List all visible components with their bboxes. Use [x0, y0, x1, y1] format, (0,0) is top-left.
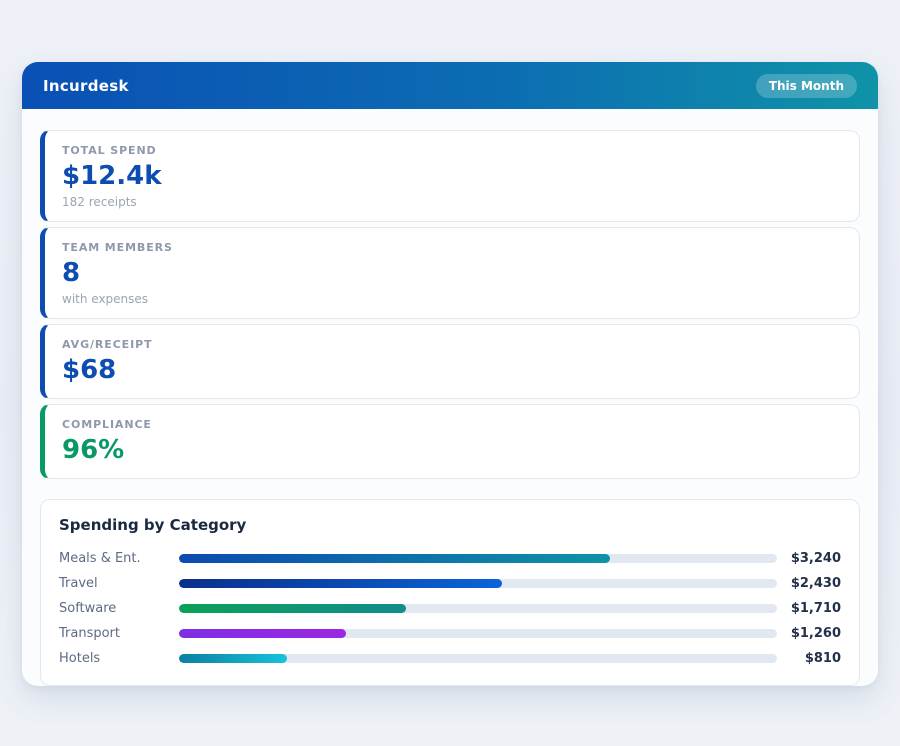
spending-chart-card: Spending by Category Meals & Ent. $3,240 T… — [40, 499, 860, 686]
chart-title: Spending by Category — [59, 516, 841, 534]
dashboard-panel: Incurdesk This Month TOTAL SPEND $12.4k 18… — [22, 62, 878, 686]
bar-track — [179, 604, 777, 613]
stat-label: TOTAL SPEND — [62, 144, 842, 157]
bar-fill — [179, 654, 287, 663]
app-title: Incurdesk — [43, 77, 129, 95]
stat-card-total-spend: TOTAL SPEND $12.4k 182 receipts — [40, 130, 860, 222]
category-label: Meals & Ent. — [59, 551, 179, 566]
chart-row-transport: Transport $1,260 — [59, 621, 841, 646]
bar-track — [179, 654, 777, 663]
bar-fill — [179, 604, 406, 613]
dashboard-content: TOTAL SPEND $12.4k 182 receipts TEAM MEMBER… — [22, 109, 878, 686]
stat-value: $68 — [62, 356, 842, 386]
bar-track — [179, 629, 777, 638]
stat-value: $12.4k — [62, 162, 842, 192]
stat-label: COMPLIANCE — [62, 418, 842, 431]
category-label: Software — [59, 601, 179, 616]
stat-label: AVG/RECEIPT — [62, 338, 842, 351]
bar-track — [179, 554, 777, 563]
stat-card-list: TOTAL SPEND $12.4k 182 receipts TEAM MEMBER… — [40, 130, 860, 479]
stat-subtext: with expenses — [62, 292, 842, 306]
stat-value: 96% — [62, 436, 842, 466]
bar-value: $1,260 — [777, 626, 841, 641]
stat-card-compliance: COMPLIANCE 96% — [40, 404, 860, 479]
app-header: Incurdesk This Month — [22, 62, 878, 109]
stat-card-avg-receipt: AVG/RECEIPT $68 — [40, 324, 860, 399]
bar-track — [179, 579, 777, 588]
chart-row-meals-ent-: Meals & Ent. $3,240 — [59, 546, 841, 571]
bar-value: $810 — [777, 651, 841, 666]
bar-value: $1,710 — [777, 601, 841, 616]
chart-row-software: Software $1,710 — [59, 596, 841, 621]
category-label: Travel — [59, 576, 179, 591]
chart-rows: Meals & Ent. $3,240 Travel $2,430 Software $1… — [59, 546, 841, 671]
bar-value: $3,240 — [777, 551, 841, 566]
bar-value: $2,430 — [777, 576, 841, 591]
category-label: Hotels — [59, 651, 179, 666]
period-badge[interactable]: This Month — [756, 74, 857, 98]
stat-card-team-members: TEAM MEMBERS 8 with expenses — [40, 227, 860, 319]
chart-row-travel: Travel $2,430 — [59, 571, 841, 596]
chart-row-hotels: Hotels $810 — [59, 646, 841, 671]
stat-value: 8 — [62, 259, 842, 289]
stat-label: TEAM MEMBERS — [62, 241, 842, 254]
bar-fill — [179, 629, 346, 638]
stat-subtext: 182 receipts — [62, 195, 842, 209]
bar-fill — [179, 554, 610, 563]
bar-fill — [179, 579, 502, 588]
category-label: Transport — [59, 626, 179, 641]
